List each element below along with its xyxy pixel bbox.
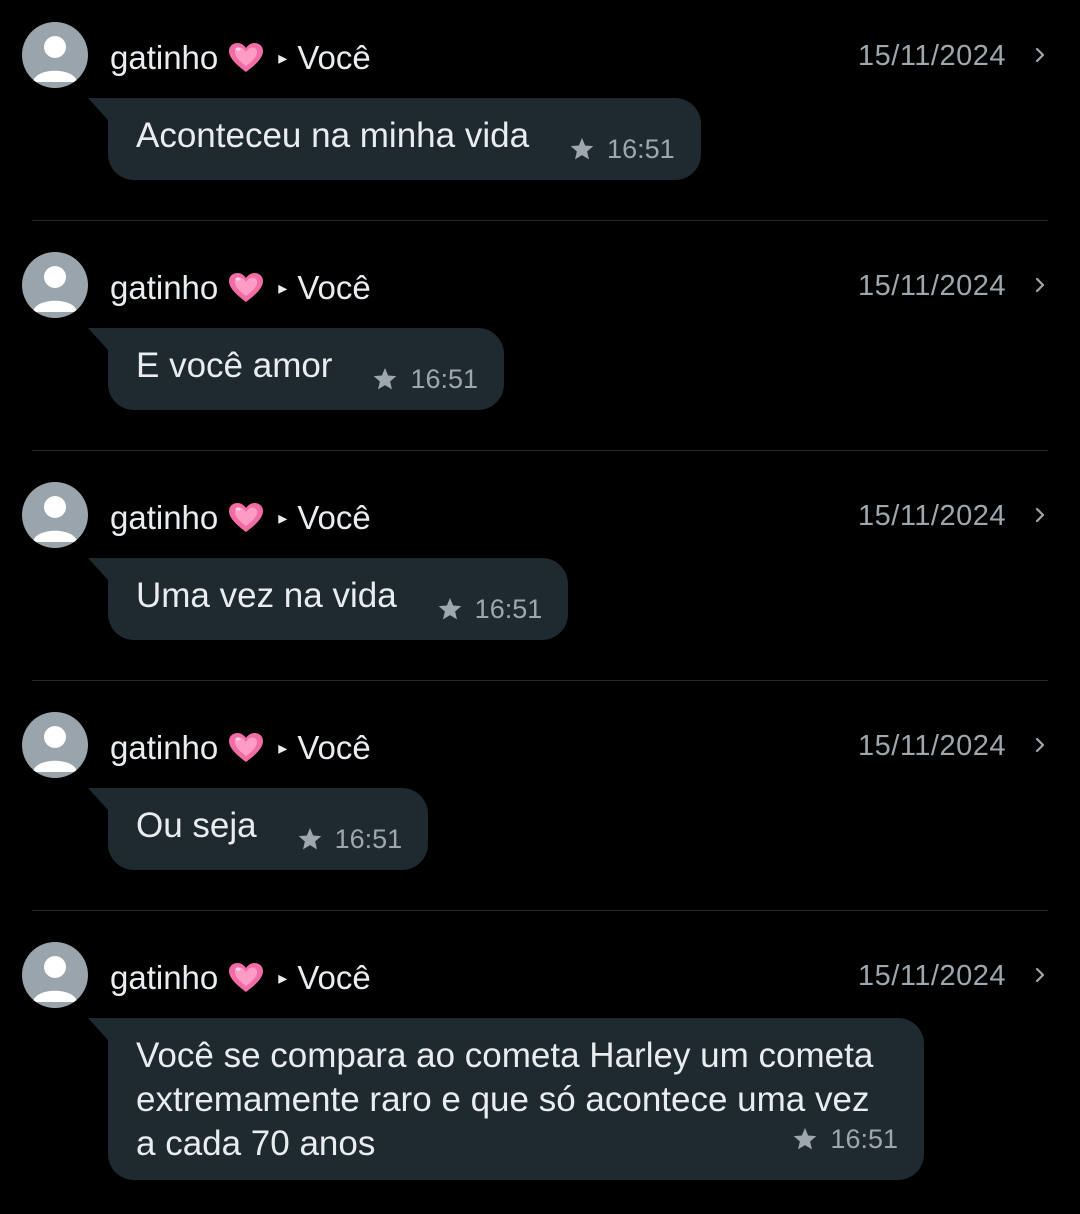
message-bubble[interactable]: Uma vez na vida 16:51 xyxy=(87,558,569,640)
chevron-right-icon[interactable] xyxy=(1030,965,1050,985)
right-triangle-icon: ▸ xyxy=(278,47,288,68)
chevron-right-icon[interactable] xyxy=(1030,275,1050,295)
message-text: E você amor xyxy=(136,346,333,385)
chevron-right-icon[interactable] xyxy=(1030,505,1050,525)
divider xyxy=(32,680,1048,681)
star-icon xyxy=(437,597,463,621)
message-date: 15/11/2024 xyxy=(858,500,1006,532)
avatar-icon xyxy=(22,22,88,88)
star-icon xyxy=(792,1127,818,1151)
recipient-name: Você xyxy=(297,729,371,766)
message-meta: 16:51 xyxy=(372,362,478,396)
avatar-icon xyxy=(22,482,88,548)
heart-icon xyxy=(228,732,264,764)
message-header: gatinho ▸ Você xyxy=(110,266,371,310)
star-icon xyxy=(569,137,595,161)
right-triangle-icon: ▸ xyxy=(278,737,288,758)
sender-name: gatinho xyxy=(110,39,219,76)
message-bubble[interactable]: Ou seja 16:51 xyxy=(87,788,429,870)
message-header: gatinho ▸ Você xyxy=(110,956,371,1000)
message-time: 16:51 xyxy=(410,364,479,394)
divider xyxy=(32,450,1048,451)
star-icon xyxy=(372,367,398,391)
message-text: Aconteceu na minha vida xyxy=(136,116,530,155)
chevron-right-icon[interactable] xyxy=(1030,735,1050,755)
message-text: Você se compara ao cometa Harley um come… xyxy=(136,1036,874,1163)
recipient-name: Você xyxy=(297,269,371,306)
avatar-icon xyxy=(22,252,88,318)
message-meta: 16:51 xyxy=(792,1122,898,1156)
avatar-icon xyxy=(22,942,88,1008)
sender-name: gatinho xyxy=(110,269,219,306)
heart-icon xyxy=(228,42,264,74)
message-header: gatinho ▸ Você xyxy=(110,36,371,80)
avatar-icon xyxy=(22,712,88,778)
message-time: 16:51 xyxy=(334,824,403,854)
sender-name: gatinho xyxy=(110,959,219,996)
message-date: 15/11/2024 xyxy=(858,40,1006,72)
divider xyxy=(32,220,1048,221)
message-bubble[interactable]: E você amor 16:51 xyxy=(87,328,505,410)
message-bubble[interactable]: Aconteceu na minha vida 16:51 xyxy=(88,98,701,180)
chevron-right-icon[interactable] xyxy=(1030,45,1050,65)
message-header: gatinho ▸ Você xyxy=(110,726,371,770)
heart-icon xyxy=(228,272,264,304)
sender-name: gatinho xyxy=(110,499,219,536)
message-time: 16:51 xyxy=(830,1124,898,1154)
heart-icon xyxy=(228,962,264,994)
message-meta: 16:51 xyxy=(437,592,542,626)
recipient-name: Você xyxy=(297,39,371,76)
message-time: 16:51 xyxy=(607,134,675,164)
recipient-name: Você xyxy=(297,499,371,536)
right-triangle-icon: ▸ xyxy=(278,967,288,988)
right-triangle-icon: ▸ xyxy=(278,507,288,528)
right-triangle-icon: ▸ xyxy=(278,277,288,298)
recipient-name: Você xyxy=(297,959,371,996)
message-date: 15/11/2024 xyxy=(858,960,1006,992)
divider xyxy=(32,910,1048,911)
sender-name: gatinho xyxy=(110,729,219,766)
message-date: 15/11/2024 xyxy=(858,730,1006,762)
message-text: Uma vez na vida xyxy=(136,576,397,615)
message-meta: 16:51 xyxy=(297,822,402,856)
heart-icon xyxy=(228,502,264,534)
message-meta: 16:51 xyxy=(569,132,675,166)
message-text: Ou seja xyxy=(136,806,257,845)
message-time: 16:51 xyxy=(474,594,543,624)
message-date: 15/11/2024 xyxy=(858,270,1006,302)
message-bubble[interactable]: Você se compara ao cometa Harley um come… xyxy=(88,1018,924,1180)
message-header: gatinho ▸ Você xyxy=(110,496,371,540)
star-icon xyxy=(297,827,323,851)
